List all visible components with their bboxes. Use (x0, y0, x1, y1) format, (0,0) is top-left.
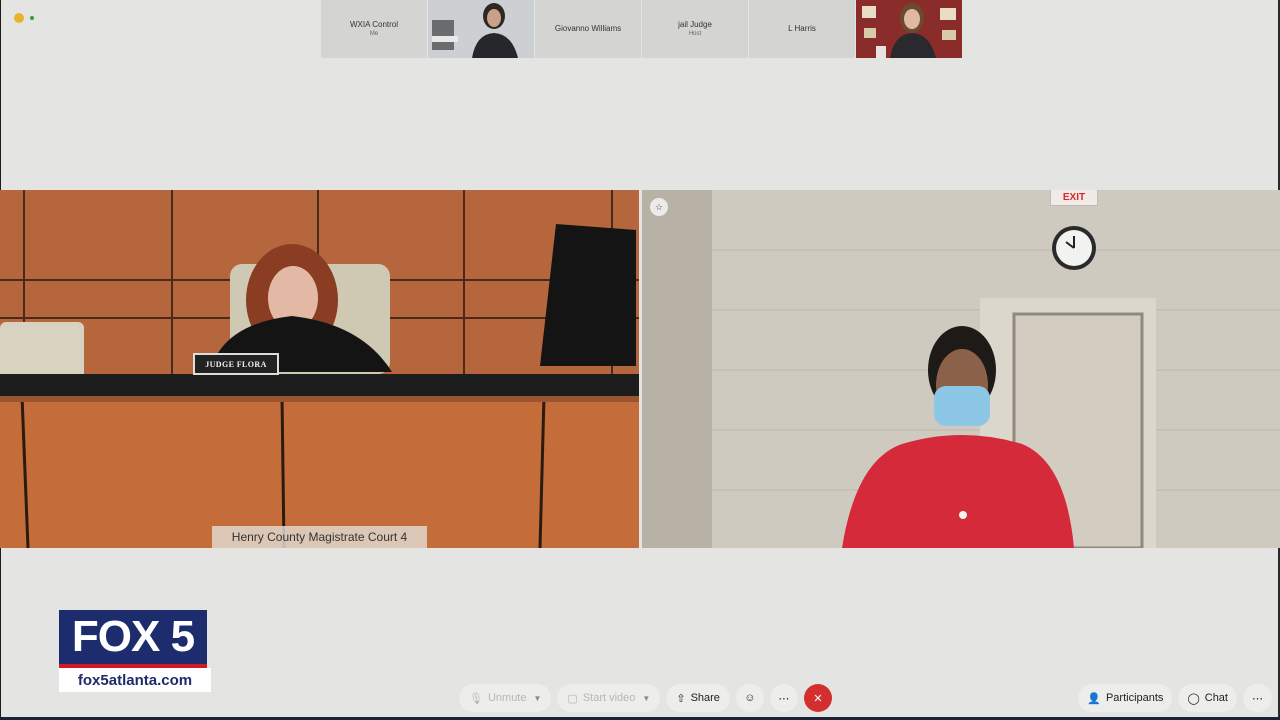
camera-icon: ▢ (567, 692, 578, 705)
participant-name: L Harris (788, 24, 816, 33)
station-logo: FOX 5 fox5atlanta.com (59, 610, 211, 696)
more-panels-button[interactable]: ⋯ (1243, 684, 1272, 712)
participant-strip: WXIA Control Me Giovanno Williams jail J… (321, 0, 962, 58)
logo-url: fox5atlanta.com (59, 668, 211, 692)
participant-name: jail Judge (678, 20, 712, 29)
end-meeting-button[interactable]: ✕ (803, 684, 832, 712)
microphone-icon: 🎙 (469, 692, 483, 705)
participant-role: Me (369, 31, 379, 37)
participant-tile[interactable]: WXIA Control Me (321, 0, 427, 58)
participant-video-tile[interactable] (428, 0, 534, 58)
person-icon: 👤 (1087, 692, 1101, 705)
participant-tile[interactable]: Giovanno Williams (535, 0, 641, 58)
defendant-video-feed (642, 190, 1280, 548)
smiley-icon: ☺ (744, 692, 756, 704)
chat-label: Chat (1204, 692, 1228, 704)
start-video-button[interactable]: ▢ Start video ▼ (557, 684, 661, 712)
video-tile-defendant[interactable]: ☆ EXIT (642, 190, 1280, 548)
more-options-button[interactable]: ⋯ (769, 684, 798, 712)
side-panel-toolbar: 👤 Participants ◯ Chat ⋯ (1078, 684, 1272, 712)
exit-sign: EXIT (1050, 190, 1098, 206)
close-icon: ✕ (813, 692, 823, 705)
reactions-button[interactable]: ☺ (735, 684, 764, 712)
participants-button[interactable]: 👤 Participants (1078, 684, 1173, 712)
pin-icon[interactable]: ☆ (650, 198, 668, 216)
participant-role: Host (688, 31, 702, 37)
participant-name: Giovanno Williams (554, 24, 622, 33)
status-indicator-icon (14, 13, 24, 23)
share-button[interactable]: ⇧ Share (666, 684, 730, 712)
unmute-label: Unmute (487, 692, 527, 704)
video-caption: Henry County Magistrate Court 4 (212, 526, 427, 548)
connection-indicator-icon (30, 16, 34, 20)
unmute-button[interactable]: 🎙 Unmute ▼ (459, 684, 552, 712)
chevron-down-icon[interactable]: ▼ (642, 694, 650, 703)
participant-name: WXIA Control (349, 20, 398, 29)
chevron-down-icon[interactable]: ▼ (534, 694, 542, 703)
share-label: Share (690, 692, 720, 704)
participants-label: Participants (1105, 692, 1164, 704)
meeting-toolbar: 🎙 Unmute ▼ ▢ Start video ▼ ⇧ Share ☺ ⋯ ✕ (459, 684, 832, 712)
chat-bubble-icon: ◯ (1187, 692, 1200, 705)
more-icon: ⋯ (1252, 692, 1263, 705)
logo-title: FOX 5 (59, 610, 207, 668)
share-icon: ⇧ (676, 692, 686, 705)
participant-tile[interactable]: L Harris (749, 0, 855, 58)
judge-nameplate: JUDGE FLORA (193, 353, 279, 375)
participant-tile[interactable]: jail Judge Host (642, 0, 748, 58)
participant-video-feed (856, 0, 962, 58)
participant-video-tile[interactable] (856, 0, 962, 58)
participant-video-feed (428, 0, 534, 58)
meeting-window: WXIA Control Me Giovanno Williams jail J… (0, 0, 1280, 720)
video-tile-judge[interactable]: JUDGE FLORA Henry County Magistrate Cour… (0, 190, 639, 548)
chat-button[interactable]: ◯ Chat (1178, 684, 1237, 712)
judge-video-feed (0, 190, 639, 548)
start-video-label: Start video (582, 692, 636, 704)
more-icon: ⋯ (778, 692, 790, 705)
